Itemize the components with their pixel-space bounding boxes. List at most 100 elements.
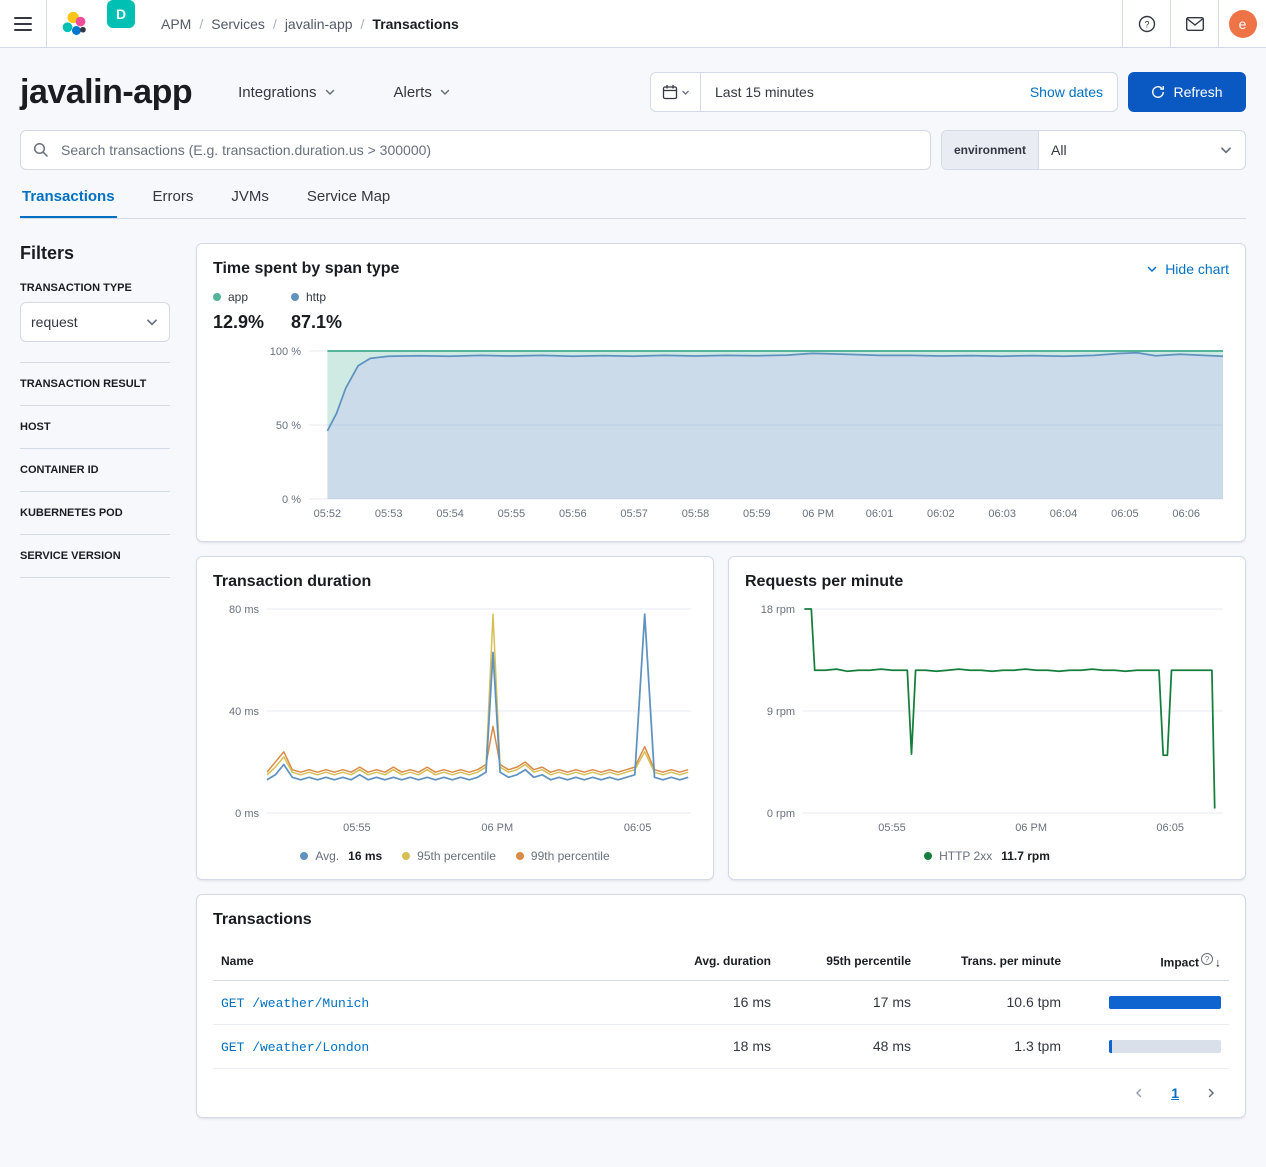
span-type-chart[interactable]: 0 %50 %100 %05:5205:5305:5405:5505:5605:… [213, 343, 1229, 525]
span-type-card: Time spent by span type Hide chart app 1… [196, 243, 1246, 542]
show-dates-link[interactable]: Show dates [1030, 84, 1103, 100]
environment-select[interactable]: All [1039, 131, 1245, 169]
table-row: GET /weather/Munich 16 ms 17 ms 10.6 tpm [213, 980, 1229, 1024]
user-menu[interactable]: e [1218, 0, 1266, 47]
svg-text:9 rpm: 9 rpm [767, 706, 795, 718]
svg-text:05:59: 05:59 [743, 508, 771, 520]
date-picker: Last 15 minutes Show dates [650, 72, 1118, 112]
space-switcher[interactable]: D [107, 0, 135, 28]
svg-text:06:05: 06:05 [1111, 508, 1139, 520]
legend-avg[interactable]: Avg.16 ms [300, 849, 382, 863]
environment-filter: environment All [941, 130, 1246, 170]
http-2xx-series-dot [924, 852, 932, 860]
page-number[interactable]: 1 [1171, 1085, 1179, 1101]
span-type-title: Time spent by span type [213, 260, 399, 278]
calendar-icon[interactable] [651, 73, 701, 111]
transactions-card: Transactions Name Avg. duration 95th per… [196, 894, 1246, 1118]
hide-chart-link[interactable]: Hide chart [1146, 261, 1229, 277]
svg-text:05:54: 05:54 [436, 508, 464, 520]
svg-text:05:57: 05:57 [620, 508, 648, 520]
table-row: GET /weather/London 18 ms 48 ms 1.3 tpm [213, 1024, 1229, 1068]
avg-duration-value: 16 ms [649, 980, 779, 1024]
rpm-legend: HTTP 2xx11.7 rpm [745, 849, 1229, 863]
column-header-avg-duration[interactable]: Avg. duration [649, 943, 779, 980]
column-header-trans-per-minute[interactable]: Trans. per minute [919, 943, 1069, 980]
legend-99th-percentile[interactable]: 99th percentile [516, 849, 610, 863]
environment-label: environment [942, 131, 1039, 169]
legend-http[interactable]: http [291, 290, 369, 304]
chevron-down-icon [324, 86, 336, 98]
integrations-menu[interactable]: Integrations [238, 84, 335, 101]
alerts-menu[interactable]: Alerts [394, 84, 451, 101]
filter-host[interactable]: HOST [20, 405, 170, 448]
svg-text:0 ms: 0 ms [235, 808, 259, 820]
breadcrumb-current: Transactions [372, 16, 458, 32]
app-percentage: 12.9% [213, 312, 291, 333]
search-input[interactable] [20, 130, 931, 170]
date-range-display[interactable]: Last 15 minutes Show dates [701, 73, 1117, 111]
svg-text:50 %: 50 % [276, 420, 301, 432]
breadcrumb-service-name[interactable]: javalin-app [285, 16, 353, 32]
transaction-link[interactable]: GET /weather/London [221, 1040, 369, 1055]
breadcrumb: APM / Services / javalin-app / Transacti… [161, 0, 459, 47]
help-icon[interactable]: ? [1122, 0, 1170, 47]
http-percentage: 87.1% [291, 312, 369, 333]
chevron-down-icon [145, 315, 159, 329]
filter-container-id[interactable]: CONTAINER ID [20, 448, 170, 491]
transaction-type-label: TRANSACTION TYPE [20, 282, 170, 294]
svg-text:06:03: 06:03 [988, 508, 1016, 520]
top-bar: D APM / Services / javalin-app / Transac… [0, 0, 1266, 48]
filter-service-version[interactable]: SERVICE VERSION [20, 534, 170, 577]
p95-value: 48 ms [779, 1024, 919, 1068]
svg-text:06:02: 06:02 [927, 508, 955, 520]
tab-bar: Transactions Errors JVMs Service Map [20, 178, 1246, 219]
refresh-button[interactable]: Refresh [1128, 72, 1246, 112]
transactions-title: Transactions [213, 911, 1229, 929]
tpm-value: 10.6 tpm [919, 980, 1069, 1024]
requests-per-minute-chart[interactable]: 0 rpm9 rpm18 rpm05:5506 PM06:05 [745, 601, 1229, 839]
transaction-duration-chart[interactable]: 0 ms40 ms80 ms05:5506 PM06:05 [213, 601, 697, 839]
hamburger-menu-icon[interactable] [0, 0, 47, 47]
svg-text:05:55: 05:55 [498, 508, 526, 520]
p95-series-dot [402, 852, 410, 860]
breadcrumb-services[interactable]: Services [211, 16, 265, 32]
avg-series-dot [300, 852, 308, 860]
elastic-logo[interactable] [47, 0, 97, 47]
svg-text:05:56: 05:56 [559, 508, 587, 520]
sort-descending-icon: ↓ [1215, 956, 1221, 970]
tab-service-map[interactable]: Service Map [305, 178, 392, 218]
filter-kubernetes-pod[interactable]: KUBERNETES POD [20, 491, 170, 534]
previous-page-icon[interactable] [1127, 1086, 1151, 1100]
filter-transaction-result[interactable]: TRANSACTION RESULT [20, 362, 170, 405]
svg-text:05:58: 05:58 [682, 508, 710, 520]
transaction-link[interactable]: GET /weather/Munich [221, 996, 369, 1011]
tab-transactions[interactable]: Transactions [20, 178, 117, 218]
column-header-name[interactable]: Name [213, 943, 649, 980]
legend-app[interactable]: app [213, 290, 291, 304]
svg-text:05:52: 05:52 [314, 508, 342, 520]
impact-bar [1109, 996, 1221, 1009]
legend-http-2xx[interactable]: HTTP 2xx11.7 rpm [924, 849, 1050, 863]
transaction-type-select[interactable]: request [20, 302, 170, 342]
tab-errors[interactable]: Errors [151, 178, 196, 218]
breadcrumb-separator: / [199, 16, 203, 32]
search-icon [33, 142, 49, 158]
legend-95th-percentile[interactable]: 95th percentile [402, 849, 496, 863]
breadcrumb-apm[interactable]: APM [161, 16, 191, 32]
mail-icon[interactable] [1170, 0, 1218, 47]
avg-duration-value: 18 ms [649, 1024, 779, 1068]
svg-text:0 rpm: 0 rpm [767, 808, 795, 820]
tpm-value: 1.3 tpm [919, 1024, 1069, 1068]
chevron-down-icon [681, 88, 690, 97]
impact-help-icon[interactable]: ? [1201, 953, 1213, 965]
tab-jvms[interactable]: JVMs [229, 178, 271, 218]
column-header-impact[interactable]: Impact?↓ [1069, 943, 1229, 980]
transactions-table: Name Avg. duration 95th percentile Trans… [213, 943, 1229, 1069]
breadcrumb-separator: / [361, 16, 365, 32]
svg-text:06:05: 06:05 [624, 822, 652, 834]
filters-heading: Filters [20, 243, 170, 264]
column-header-95th-percentile[interactable]: 95th percentile [779, 943, 919, 980]
pagination: 1 [213, 1085, 1229, 1101]
next-page-icon[interactable] [1199, 1086, 1223, 1100]
filters-sidebar: Filters TRANSACTION TYPE request TRANSAC… [20, 243, 170, 1118]
